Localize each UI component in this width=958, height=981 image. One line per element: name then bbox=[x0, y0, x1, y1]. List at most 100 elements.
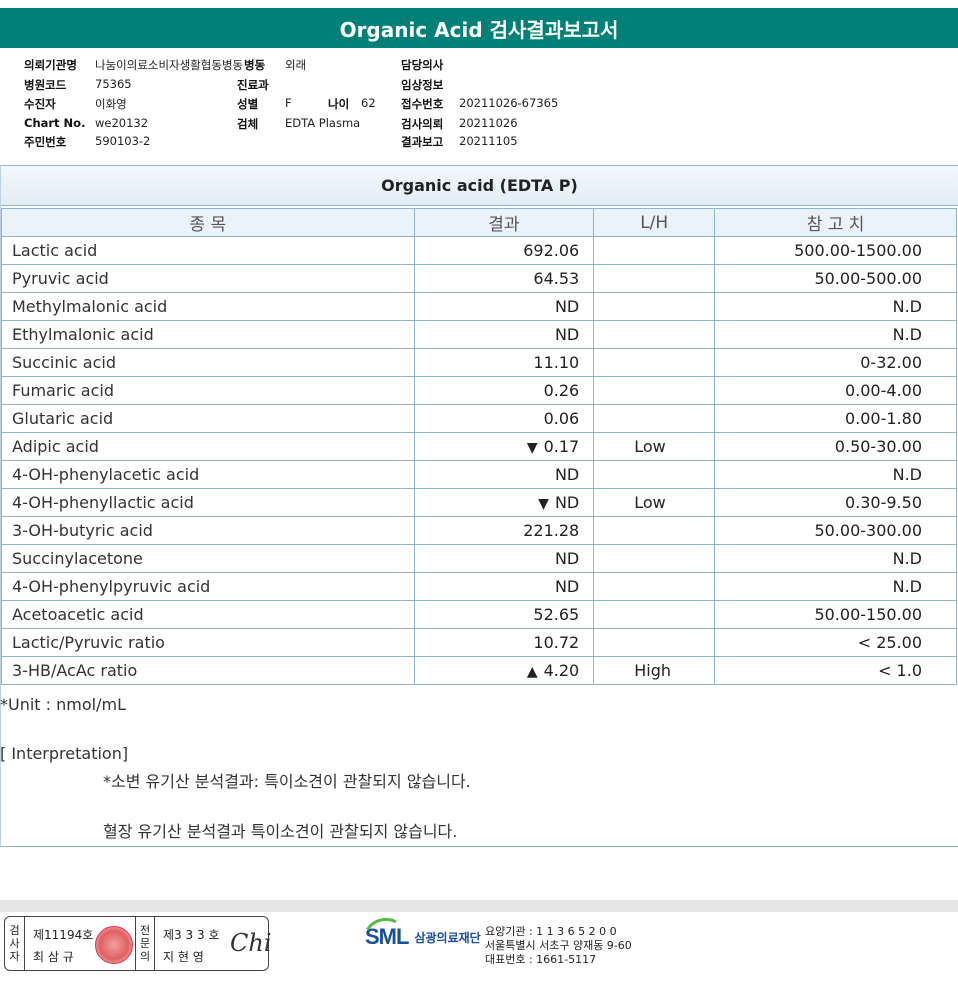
results-section: Organic acid (EDTA P) 종 목 결과 L/H 참 고 치 L… bbox=[0, 165, 958, 847]
result-text: 11.10 bbox=[533, 353, 580, 372]
result-text: 692.06 bbox=[523, 241, 580, 260]
test-name: 4-OH-phenylacetic acid bbox=[1, 460, 415, 489]
reference-range: 0.00-4.00 bbox=[714, 376, 957, 405]
test-name: 4-OH-phenyllactic acid bbox=[1, 488, 415, 517]
test-name: Lactic/Pyruvic ratio bbox=[1, 628, 415, 657]
reference-range: 0.00-1.80 bbox=[714, 404, 957, 433]
result-text: 64.53 bbox=[533, 269, 580, 288]
lh-flag: Low bbox=[593, 432, 716, 461]
unit-note: *Unit : nmol/mL bbox=[0, 695, 126, 714]
test-name: 4-OH-phenylpyruvic acid bbox=[1, 572, 415, 601]
info-value: 이화영 bbox=[95, 97, 127, 111]
interpretation-label: [ Interpretation] bbox=[0, 744, 129, 763]
result-value: ▼ ND bbox=[413, 488, 595, 517]
table-row: Lactic/Pyruvic ratio 10.72 < 25.00 bbox=[1, 628, 957, 657]
test-name: Ethylmalonic acid bbox=[1, 320, 415, 349]
results-table: 종 목 결과 L/H 참 고 치 Lactic acid 692.06 500.00… bbox=[1, 208, 957, 685]
reference-range: 50.00-500.00 bbox=[714, 264, 957, 293]
result-value: 221.28 bbox=[413, 516, 595, 545]
lh-flag bbox=[593, 600, 716, 629]
info-value: 20211026 bbox=[459, 116, 518, 130]
result-value: ND bbox=[413, 320, 595, 349]
result-text: 52.65 bbox=[533, 605, 580, 624]
reference-range: N.D bbox=[714, 292, 957, 321]
test-name: Succinylacetone bbox=[1, 544, 415, 573]
table-row: 4-OH-phenylpyruvic acid ND N.D bbox=[1, 572, 957, 601]
signature-box: 검사자 제11194호 최 삼 규 전문의 제3 3 3 호 지 현 영 Chi bbox=[4, 916, 272, 971]
info-label: 접수번호 bbox=[401, 97, 444, 111]
lh-flag bbox=[593, 404, 716, 433]
result-value: 10.72 bbox=[413, 628, 595, 657]
test-name: Adipic acid bbox=[1, 432, 415, 461]
info-value: 나눔이의료소비자생활협동병동 bbox=[95, 58, 244, 72]
info-value: we20132 bbox=[95, 116, 149, 130]
doctor-number: 제3 3 3 호 bbox=[163, 928, 220, 942]
lh-flag bbox=[593, 320, 716, 349]
lh-flag bbox=[593, 572, 716, 601]
info-label: 담당의사 bbox=[401, 58, 444, 72]
info-label: 주민번호 bbox=[24, 135, 67, 149]
result-value: ND bbox=[413, 572, 595, 601]
result-text: ND bbox=[554, 493, 580, 512]
ward-value: 외래 bbox=[285, 58, 307, 72]
doctor-name: 지 현 영 bbox=[163, 950, 204, 964]
result-value: 64.53 bbox=[413, 264, 595, 293]
age-value: 62 bbox=[361, 96, 376, 110]
result-text: 0.06 bbox=[543, 409, 580, 428]
result-text: ND bbox=[554, 549, 580, 568]
arrow-up-icon: ▲ bbox=[526, 664, 538, 680]
report-title: Organic Acid 검사결과보고서 bbox=[0, 8, 958, 48]
reference-range: N.D bbox=[714, 572, 957, 601]
reference-range: 0.50-30.00 bbox=[714, 432, 957, 461]
lh-flag bbox=[593, 348, 716, 377]
table-row: Succinylacetone ND N.D bbox=[1, 544, 957, 573]
test-name: Methylmalonic acid bbox=[1, 292, 415, 321]
table-header-row: 종 목 결과 L/H 참 고 치 bbox=[1, 208, 957, 237]
lh-flag bbox=[593, 544, 716, 573]
table-row: 4-OH-phenyllactic acid ▼ ND Low 0.30-9.50 bbox=[1, 488, 957, 517]
reference-range: N.D bbox=[714, 320, 957, 349]
result-text: 10.72 bbox=[533, 633, 580, 652]
header-reference: 참 고 치 bbox=[714, 208, 957, 237]
tester-number: 제11194호 bbox=[33, 928, 94, 942]
lh-flag bbox=[593, 376, 716, 405]
patient-info: 의뢰기관명 나눔이의료소비자생활협동병동 병원코드 75365 수진자 이화영 … bbox=[0, 55, 958, 165]
lh-flag bbox=[593, 292, 716, 321]
contact-line: 대표번호 : 1661-5117 bbox=[485, 953, 597, 966]
result-text: 4.20 bbox=[543, 661, 580, 680]
result-text: 221.28 bbox=[523, 521, 580, 540]
info-label: Chart No. bbox=[24, 116, 86, 130]
tester-name: 최 삼 규 bbox=[33, 950, 74, 964]
result-text: ND bbox=[554, 577, 580, 596]
header-item: 종 목 bbox=[1, 208, 415, 237]
info-value: 75365 bbox=[95, 77, 132, 91]
interpretation-line: *소변 유기산 분석결과: 특이소견이 관찰되지 않습니다. bbox=[103, 772, 471, 791]
sex-value: F bbox=[285, 96, 292, 110]
result-value: ND bbox=[413, 544, 595, 573]
age-label: 나이 bbox=[328, 97, 350, 111]
dept-label: 진료과 bbox=[237, 78, 269, 92]
contact-line: 서울특별시 서초구 양재동 9-60 bbox=[485, 939, 632, 952]
test-name: 3-OH-butyric acid bbox=[1, 516, 415, 545]
info-value: 20211105 bbox=[459, 134, 518, 148]
reference-range: 0.30-9.50 bbox=[714, 488, 957, 517]
table-row: Lactic acid 692.06 500.00-1500.00 bbox=[1, 236, 957, 265]
specimen-value: EDTA Plasma bbox=[285, 116, 361, 130]
lh-flag bbox=[593, 516, 716, 545]
section-title: Organic acid (EDTA P) bbox=[1, 166, 958, 206]
info-label: 의뢰기관명 bbox=[24, 58, 77, 72]
reference-range: 50.00-150.00 bbox=[714, 600, 957, 629]
reference-range: 50.00-300.00 bbox=[714, 516, 957, 545]
info-label: 병원코드 bbox=[24, 78, 67, 92]
arrow-down-icon: ▼ bbox=[538, 496, 549, 512]
result-text: 0.17 bbox=[543, 437, 580, 456]
result-text: ND bbox=[554, 297, 580, 316]
result-value: ND bbox=[413, 460, 595, 489]
info-label: 수진자 bbox=[24, 97, 56, 111]
test-name: Lactic acid bbox=[1, 236, 415, 265]
test-name: 3-HB/AcAc ratio bbox=[1, 656, 415, 685]
sex-label: 성별 bbox=[237, 97, 259, 111]
table-row: Fumaric acid 0.26 0.00-4.00 bbox=[1, 376, 957, 405]
lh-flag bbox=[593, 628, 716, 657]
lh-flag bbox=[593, 264, 716, 293]
